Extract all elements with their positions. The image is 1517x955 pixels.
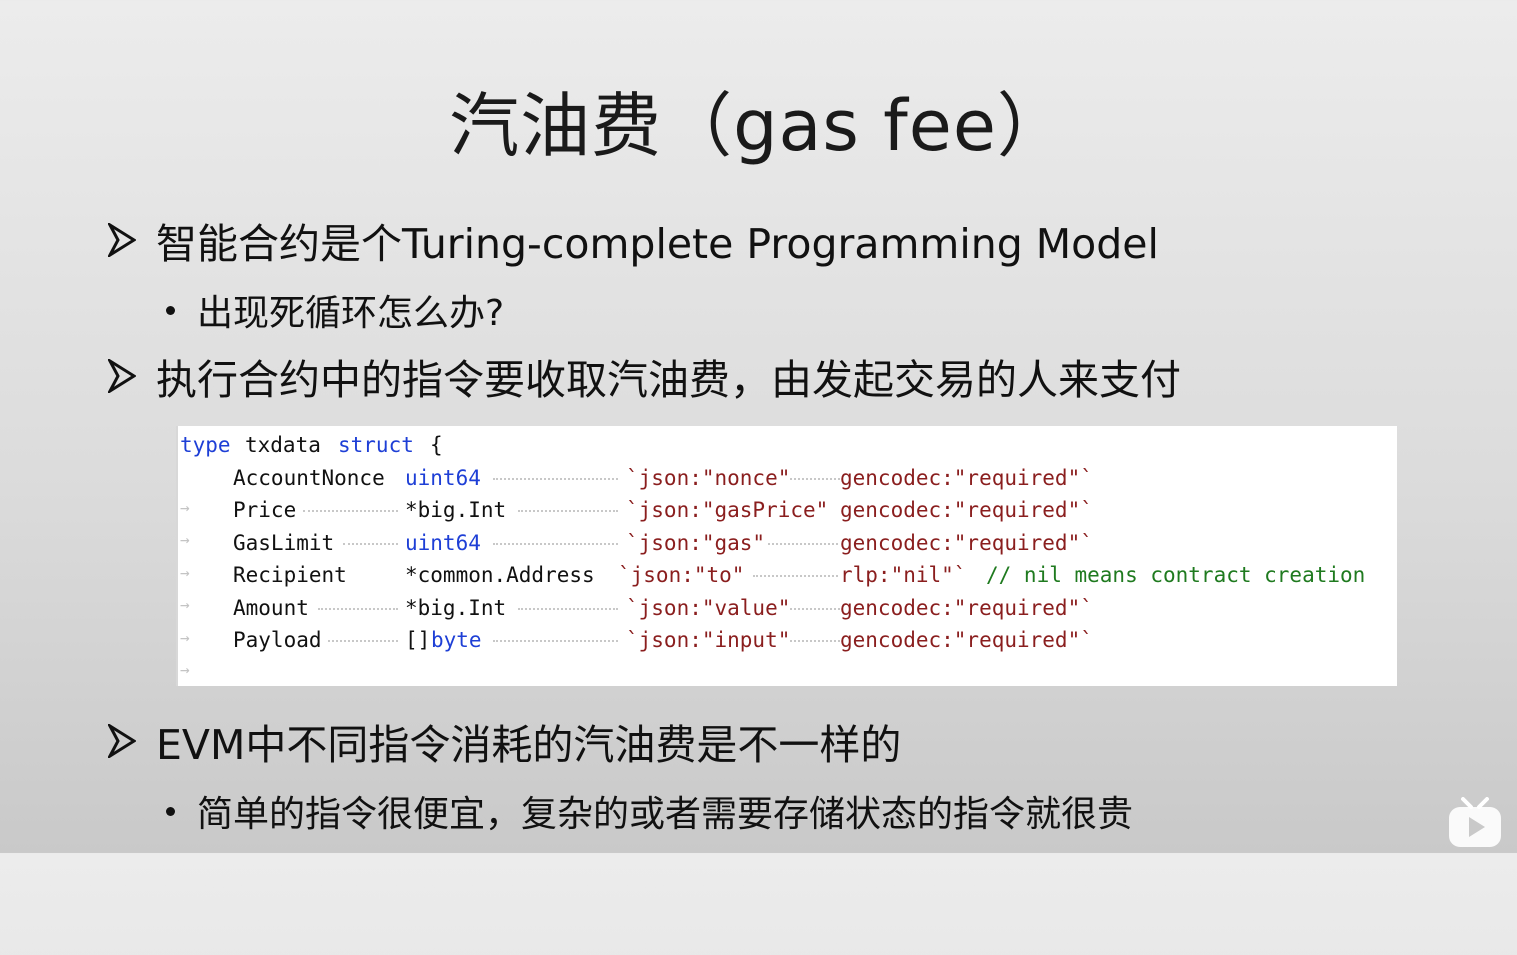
bullet-text: 出现死循环怎么办? — [197, 293, 505, 334]
whitespace-dots — [318, 608, 398, 610]
whitespace-dots — [518, 510, 618, 512]
whitespace-dots — [493, 478, 618, 480]
code-row: → AccountNonce uint64 `json:"nonce" genc… — [178, 463, 1093, 517]
code-field-name: Recipient — [233, 563, 347, 587]
code-comment: // nil means contract creation — [986, 563, 1366, 587]
round-dot-bullet-icon — [166, 305, 175, 315]
slide-title: 汽油费（gas fee） — [449, 85, 1068, 167]
video-player-tv-icon[interactable] — [1447, 797, 1503, 849]
whitespace-dots — [303, 510, 398, 512]
code-header-line: type txdata struct { — [178, 430, 443, 460]
bullet-gas-charging: 执行合约中的指令要收取汽油费，由发起交易的人来支付 — [108, 346, 1181, 406]
code-open-brace: { — [430, 433, 443, 457]
code-row: → Payload [] byte `json:"input" gencodec… — [178, 625, 1093, 679]
whitespace-dots — [493, 543, 618, 545]
code-field-name: Payload — [233, 628, 322, 652]
code-keyword-struct: struct — [338, 433, 414, 457]
code-type-prefix: *common.Address — [405, 563, 595, 587]
code-json-tag: `json:"nonce" — [626, 466, 791, 490]
code-gencodec-tag: gencodec:"required"` — [840, 466, 1093, 490]
sub-bullet-infinite-loop: 出现死循环怎么办? — [162, 284, 504, 336]
bullet-turing-complete: 智能合约是个Turing-complete Programming Model — [108, 210, 1159, 270]
whitespace-dots — [753, 575, 838, 577]
whitespace-dots — [328, 640, 398, 642]
bullet-text: 简单的指令很便宜，复杂的或者需要存储状态的指令就很贵 — [197, 794, 1134, 835]
code-json-tag: `json:"to" — [618, 563, 745, 587]
code-rlp-tag: rlp:"nil"` — [840, 563, 967, 587]
whitespace-dots — [790, 608, 840, 610]
bullet-evm-gas-cost: EVM中不同指令消耗的汽油费是不一样的 — [108, 711, 901, 771]
code-gencodec-tag: gencodec:"required"` — [840, 596, 1093, 620]
code-json-tag: `json:"gasPrice" — [626, 498, 829, 522]
whitespace-dots — [518, 608, 618, 610]
arrowhead-bullet-icon — [108, 724, 136, 758]
code-type: byte — [431, 628, 482, 652]
code-gencodec-tag: gencodec:"required"` — [840, 498, 1093, 522]
bullet-text: EVM中不同指令消耗的汽油费是不一样的 — [156, 721, 902, 769]
code-json-tag: `json:"value" — [626, 596, 791, 620]
whitespace-dots — [343, 543, 398, 545]
code-type-prefix: *big.Int — [405, 596, 507, 620]
code-row: → Amount *big.Int `json:"value" gencodec… — [178, 593, 1093, 647]
whitespace-dots — [768, 543, 838, 545]
code-gencodec-tag: gencodec:"required"` — [840, 531, 1093, 555]
code-type: uint64 — [405, 531, 481, 555]
code-type: uint64 — [405, 466, 481, 490]
code-row: → Price *big.Int `json:"gasPrice" gencod… — [178, 495, 1093, 549]
bullet-text: 智能合约是个Turing-complete Programming Model — [156, 220, 1159, 268]
whitespace-dots — [790, 640, 840, 642]
code-keyword-type: type — [180, 433, 231, 457]
code-field-name: Price — [233, 498, 297, 522]
code-field-name: GasLimit — [233, 531, 335, 555]
code-type-prefix: [] — [405, 628, 431, 652]
code-snippet-txdata: type txdata struct { → AccountNonce uint… — [176, 426, 1397, 686]
arrowhead-bullet-icon — [108, 359, 136, 393]
code-struct-name: txdata — [245, 433, 321, 457]
arrowhead-bullet-icon — [108, 223, 136, 257]
code-field-name: AccountNonce — [233, 466, 385, 490]
code-row: → GasLimit uint64 `json:"gas" gencodec:"… — [178, 528, 1093, 582]
code-json-tag: `json:"gas" — [626, 531, 766, 555]
code-field-name: Amount — [233, 596, 309, 620]
sub-bullet-cheap-vs-expensive: 简单的指令很便宜，复杂的或者需要存储状态的指令就很贵 — [162, 785, 1133, 837]
tab-arrow-icon: → — [180, 660, 190, 679]
code-json-tag: `json:"input" — [626, 628, 791, 652]
code-row: → Recipient *common.Address `json:"to" r… — [178, 560, 1365, 614]
bullet-text: 执行合约中的指令要收取汽油费，由发起交易的人来支付 — [156, 356, 1181, 404]
code-gencodec-tag: gencodec:"required"` — [840, 628, 1093, 652]
whitespace-dots — [493, 640, 618, 642]
whitespace-dots — [790, 478, 840, 480]
round-dot-bullet-icon — [166, 806, 175, 816]
code-type-prefix: *big.Int — [405, 498, 507, 522]
